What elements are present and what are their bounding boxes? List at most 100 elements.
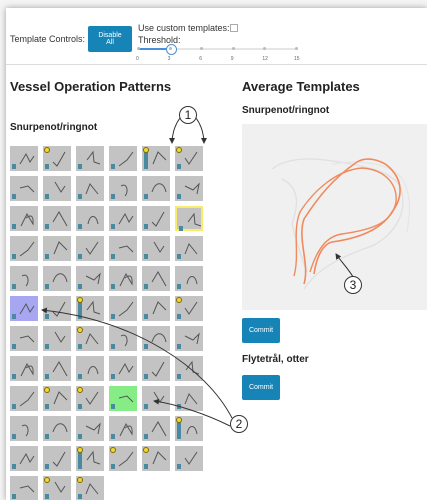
pattern-cell[interactable] <box>175 386 203 411</box>
pattern-cell[interactable] <box>43 236 71 261</box>
pattern-cell[interactable] <box>109 236 137 261</box>
pattern-cell[interactable] <box>109 206 137 231</box>
pattern-cell[interactable] <box>10 356 38 381</box>
pattern-cell[interactable] <box>43 206 71 231</box>
pattern-cell[interactable] <box>43 326 71 351</box>
trajectory-glyph <box>85 333 99 345</box>
pattern-cell[interactable] <box>76 416 104 441</box>
pattern-cell[interactable] <box>10 476 38 500</box>
pattern-cell[interactable] <box>43 176 71 201</box>
pattern-cell[interactable] <box>10 386 38 411</box>
trajectory-path <box>153 391 165 403</box>
template-marker-dot <box>110 447 116 453</box>
pattern-cell[interactable] <box>142 236 170 261</box>
pattern-cell[interactable] <box>43 296 71 321</box>
commit-button-flytetral[interactable]: Commit <box>242 375 280 400</box>
support-bar <box>111 374 115 379</box>
pattern-cell[interactable] <box>76 146 104 171</box>
trajectory-path <box>53 391 68 405</box>
trajectory-path <box>52 151 66 167</box>
pattern-cell[interactable] <box>76 296 104 321</box>
pattern-cell[interactable] <box>43 386 71 411</box>
pattern-cell[interactable] <box>175 296 203 321</box>
pattern-cell[interactable] <box>43 476 71 500</box>
pattern-cell[interactable] <box>109 146 137 171</box>
trajectory-path <box>86 450 101 465</box>
commit-button-snurpenot[interactable]: Commit <box>242 318 280 343</box>
pattern-cell[interactable] <box>76 356 104 381</box>
pattern-cell[interactable] <box>142 146 170 171</box>
pattern-cell[interactable] <box>10 326 38 351</box>
pattern-cell[interactable] <box>10 146 38 171</box>
pattern-cell[interactable] <box>43 446 71 471</box>
trajectory-glyph <box>187 212 202 227</box>
pattern-cell[interactable] <box>109 356 137 381</box>
pattern-cell[interactable] <box>142 356 170 381</box>
pattern-cell[interactable] <box>76 446 104 471</box>
pattern-cell[interactable] <box>142 296 170 321</box>
trajectory-glyph <box>153 241 165 253</box>
pattern-cell[interactable] <box>109 446 137 471</box>
pattern-cell[interactable] <box>10 416 38 441</box>
pattern-cell[interactable] <box>142 326 170 351</box>
pattern-cell[interactable] <box>10 296 38 321</box>
pattern-cell[interactable] <box>43 356 71 381</box>
pattern-cell[interactable] <box>10 176 38 201</box>
support-bar <box>177 284 181 289</box>
pattern-cell[interactable] <box>175 446 203 471</box>
pattern-cell[interactable] <box>43 266 71 291</box>
trajectory-glyph <box>20 212 34 227</box>
pattern-cell[interactable] <box>175 176 203 201</box>
pattern-cell[interactable] <box>175 206 203 231</box>
average-template-curves <box>271 158 411 290</box>
pattern-cell[interactable] <box>76 236 104 261</box>
pattern-cell[interactable] <box>175 266 203 291</box>
trajectory-glyph <box>186 276 198 285</box>
pattern-cell[interactable] <box>175 416 203 441</box>
trajectory-path <box>151 333 167 343</box>
pattern-cell[interactable] <box>10 266 38 291</box>
pattern-cell[interactable] <box>142 446 170 471</box>
disable-all-button[interactable]: Disable All <box>88 26 132 52</box>
pattern-cell[interactable] <box>142 176 170 201</box>
pattern-cell[interactable] <box>76 326 104 351</box>
pattern-cell[interactable] <box>109 416 137 441</box>
pattern-cell[interactable] <box>109 176 137 201</box>
pattern-cell[interactable] <box>142 206 170 231</box>
threshold-slider[interactable] <box>137 44 298 55</box>
trajectory-path <box>186 426 198 435</box>
pattern-cell[interactable] <box>175 356 203 381</box>
threshold-tick-dot <box>200 47 204 50</box>
pattern-cell[interactable] <box>76 206 104 231</box>
pattern-cell[interactable] <box>10 206 38 231</box>
template-controls-label: Template Controls: <box>10 34 86 44</box>
support-bar <box>144 404 148 409</box>
pattern-cell[interactable] <box>43 416 71 441</box>
pattern-cell[interactable] <box>175 146 203 171</box>
trajectory-path <box>53 241 68 255</box>
pattern-cell[interactable] <box>76 176 104 201</box>
pattern-cell[interactable] <box>142 386 170 411</box>
pattern-cell[interactable] <box>175 326 203 351</box>
pattern-cell[interactable] <box>76 386 104 411</box>
pattern-cell[interactable] <box>175 236 203 261</box>
pattern-cell[interactable] <box>43 146 71 171</box>
pattern-cell[interactable] <box>109 266 137 291</box>
pattern-cell[interactable] <box>109 386 137 411</box>
support-bar <box>144 314 148 319</box>
trajectory-glyph <box>19 452 35 465</box>
average-curve-primary <box>301 158 401 285</box>
pattern-cell[interactable] <box>76 266 104 291</box>
pattern-cell[interactable] <box>76 476 104 500</box>
average-templates-title: Average Templates <box>242 79 360 94</box>
pattern-cell[interactable] <box>109 296 137 321</box>
pattern-cell[interactable] <box>142 416 170 441</box>
custom-templates-checkbox[interactable] <box>230 24 238 32</box>
pattern-cell[interactable] <box>10 236 38 261</box>
support-bar <box>111 194 115 199</box>
support-bar <box>177 374 181 379</box>
pattern-cell[interactable] <box>142 266 170 291</box>
pattern-cell[interactable] <box>10 446 38 471</box>
pattern-cell[interactable] <box>109 326 137 351</box>
trajectory-path <box>85 483 99 495</box>
